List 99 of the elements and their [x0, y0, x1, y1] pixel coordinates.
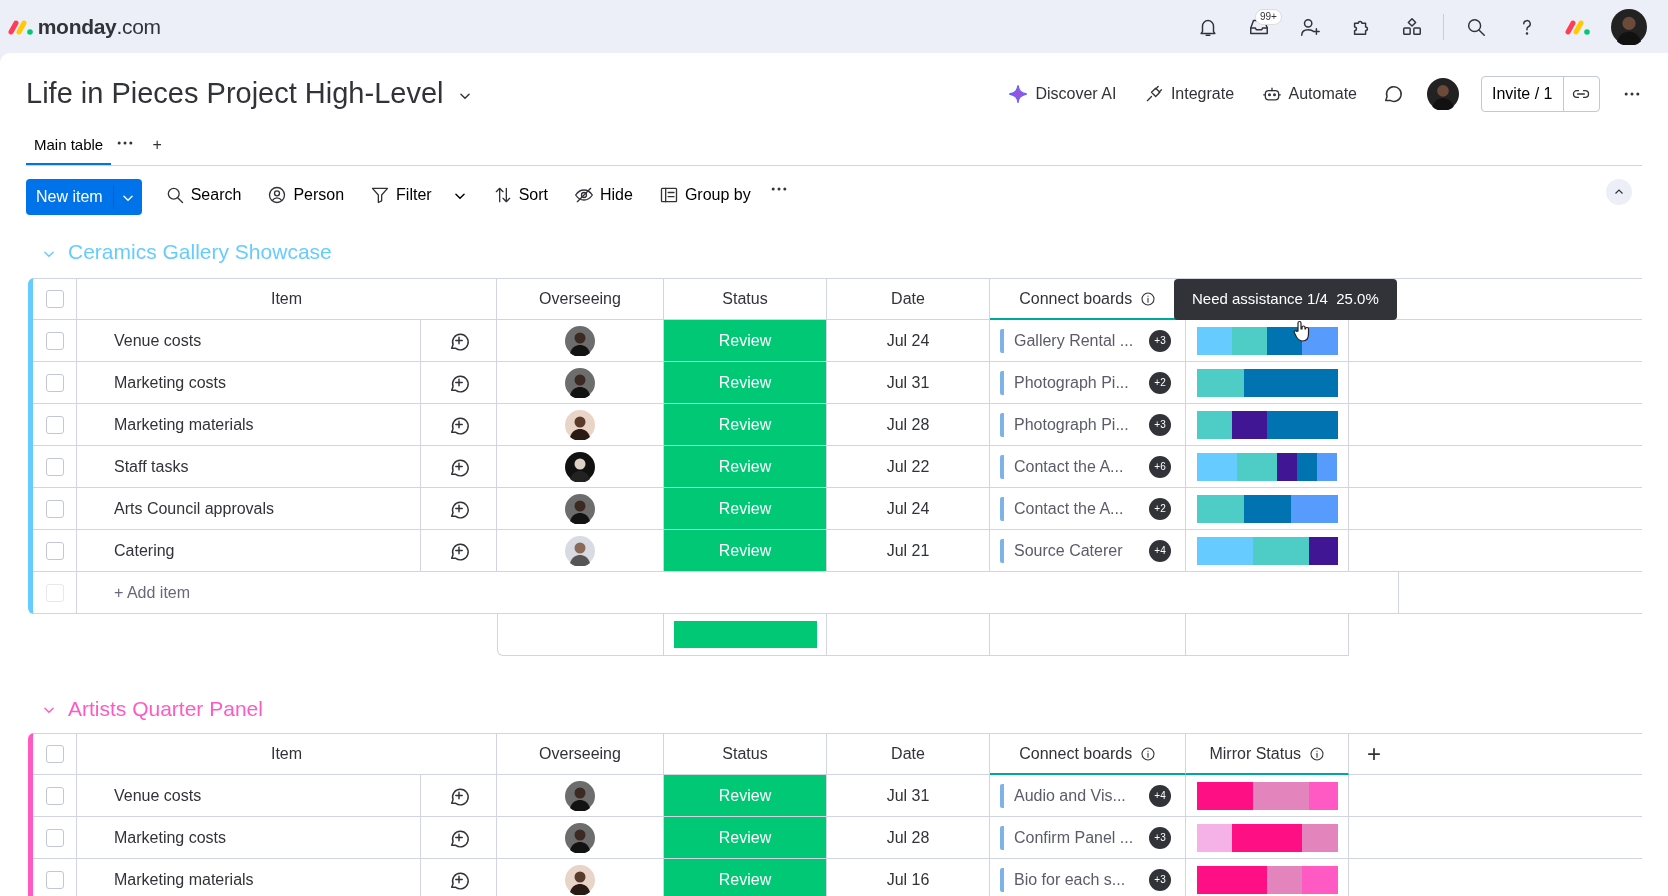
person-icon [267, 185, 288, 205]
avatar [565, 822, 595, 853]
count-badge: +2 [1149, 497, 1171, 520]
checkbox[interactable] [45, 457, 64, 476]
date-cell-text: Jul 22 [886, 456, 930, 477]
checkbox[interactable] [45, 786, 64, 805]
avatar [565, 451, 595, 482]
group-icon [658, 185, 679, 205]
item-name[interactable]: Marketing costs [114, 370, 227, 395]
member-avatar[interactable] [1426, 77, 1459, 110]
tool-button[interactable]: Person [259, 179, 353, 211]
linked-item[interactable]: Photograph Pi... [1000, 412, 1129, 437]
checkbox[interactable] [45, 331, 64, 350]
linked-item[interactable]: Contact the A... [1000, 454, 1124, 479]
column-header[interactable]: Date [891, 742, 925, 766]
item-name[interactable]: Venue costs [114, 783, 202, 808]
avatar [565, 493, 595, 524]
apps-icon[interactable] [1400, 15, 1423, 38]
avatar [565, 864, 595, 895]
info-icon[interactable] [1139, 290, 1156, 307]
linked-item[interactable]: Gallery Rental ... [1000, 328, 1134, 353]
notification-count: 99+ [1255, 8, 1282, 25]
info-icon[interactable] [1139, 745, 1156, 762]
date-cell-text: Jul 28 [886, 827, 930, 848]
date-cell-text: Jul 16 [886, 869, 930, 890]
column-header[interactable]: Item [270, 742, 303, 766]
logo-text[interactable]: monday.com [37, 10, 161, 43]
tooltip: Need assistance 1/4 25.0% [1174, 279, 1397, 320]
mirror-status-bar[interactable] [1196, 452, 1338, 481]
mirror-status-bar[interactable] [1196, 410, 1338, 439]
filter-icon [370, 185, 391, 205]
count-badge: +3 [1149, 868, 1171, 891]
checkbox[interactable] [45, 828, 64, 847]
add-item-button[interactable]: + Add item [114, 580, 191, 605]
date-cell-text: Jul 28 [886, 414, 930, 435]
checkbox[interactable] [45, 415, 64, 434]
mirror-status-bar[interactable] [1196, 326, 1338, 355]
linked-item[interactable]: Photograph Pi... [1000, 370, 1129, 395]
column-header[interactable]: Date [891, 287, 925, 311]
count-badge: +3 [1149, 826, 1171, 849]
count-badge: +4 [1149, 539, 1171, 562]
checkbox[interactable] [45, 541, 64, 560]
avatar [565, 367, 595, 398]
checkbox[interactable] [45, 499, 64, 518]
action-button[interactable]: Discover AI [998, 77, 1127, 110]
avatar [565, 409, 595, 440]
date-cell-text: Jul 24 [886, 330, 930, 351]
checkbox[interactable] [45, 373, 64, 392]
mirror-status-bar[interactable] [1196, 536, 1338, 565]
item-name[interactable]: Arts Council approvals [114, 496, 275, 521]
tool-button[interactable]: Group by [650, 179, 759, 211]
item-name[interactable]: Marketing costs [114, 825, 227, 850]
linked-item[interactable]: Bio for each s... [1000, 867, 1126, 892]
item-name[interactable]: Marketing materials [114, 867, 254, 892]
user-avatar[interactable] [1610, 8, 1647, 45]
avatar [565, 535, 595, 566]
hand-cursor-icon [1293, 320, 1311, 342]
add-view-button[interactable]: + [142, 129, 172, 162]
new-item-button[interactable]: New item [26, 179, 142, 215]
sparkle-icon [1008, 83, 1029, 104]
avatar [565, 780, 595, 811]
checkbox[interactable] [45, 290, 64, 308]
count-badge: +2 [1149, 371, 1171, 394]
info-icon[interactable] [1308, 745, 1325, 762]
date-cell-text: Jul 31 [886, 372, 930, 393]
chat-icon[interactable] [1382, 83, 1404, 105]
linked-item[interactable]: Audio and Vis... [1000, 783, 1126, 808]
action-button[interactable]: Integrate [1133, 77, 1245, 110]
tool-button[interactable]: Search [156, 179, 250, 211]
count-badge: +6 [1149, 455, 1171, 478]
date-cell-text: Jul 31 [886, 785, 930, 806]
tool-button[interactable]: Filter [362, 179, 475, 211]
checkbox[interactable] [45, 870, 64, 889]
item-name[interactable]: Venue costs [114, 328, 202, 353]
tool-button[interactable]: Sort [484, 179, 556, 211]
mirror-status-bar[interactable] [1196, 494, 1338, 523]
view-tab[interactable]: Main table [26, 127, 112, 165]
column-header[interactable]: Item [270, 287, 303, 311]
column-header[interactable]: Status [722, 287, 768, 311]
board-title: Life in Pieces Project High-Level [26, 75, 444, 111]
count-badge: +3 [1149, 413, 1171, 436]
action-button[interactable]: Automate [1251, 77, 1367, 110]
item-name[interactable]: Catering [114, 538, 175, 563]
linked-item[interactable]: Confirm Panel ... [1000, 825, 1134, 850]
hidden-eye-icon [574, 185, 594, 205]
add-column-button[interactable]: + [1357, 732, 1391, 776]
tool-button[interactable]: Hide [566, 179, 641, 211]
linked-item[interactable]: Contact the A... [1000, 496, 1124, 521]
column-header[interactable]: Status [722, 742, 768, 766]
mirror-status-bar[interactable] [1196, 368, 1338, 397]
count-badge: +3 [1149, 329, 1171, 352]
item-name[interactable]: Staff tasks [114, 454, 189, 479]
linked-item[interactable]: Source Caterer [1000, 538, 1123, 563]
count-badge: +4 [1149, 784, 1171, 807]
checkbox[interactable] [45, 745, 64, 763]
date-cell-text: Jul 21 [886, 540, 930, 561]
item-name[interactable]: Marketing materials [114, 412, 254, 437]
date-cell-text: Jul 24 [886, 498, 930, 519]
avatar [565, 325, 595, 356]
